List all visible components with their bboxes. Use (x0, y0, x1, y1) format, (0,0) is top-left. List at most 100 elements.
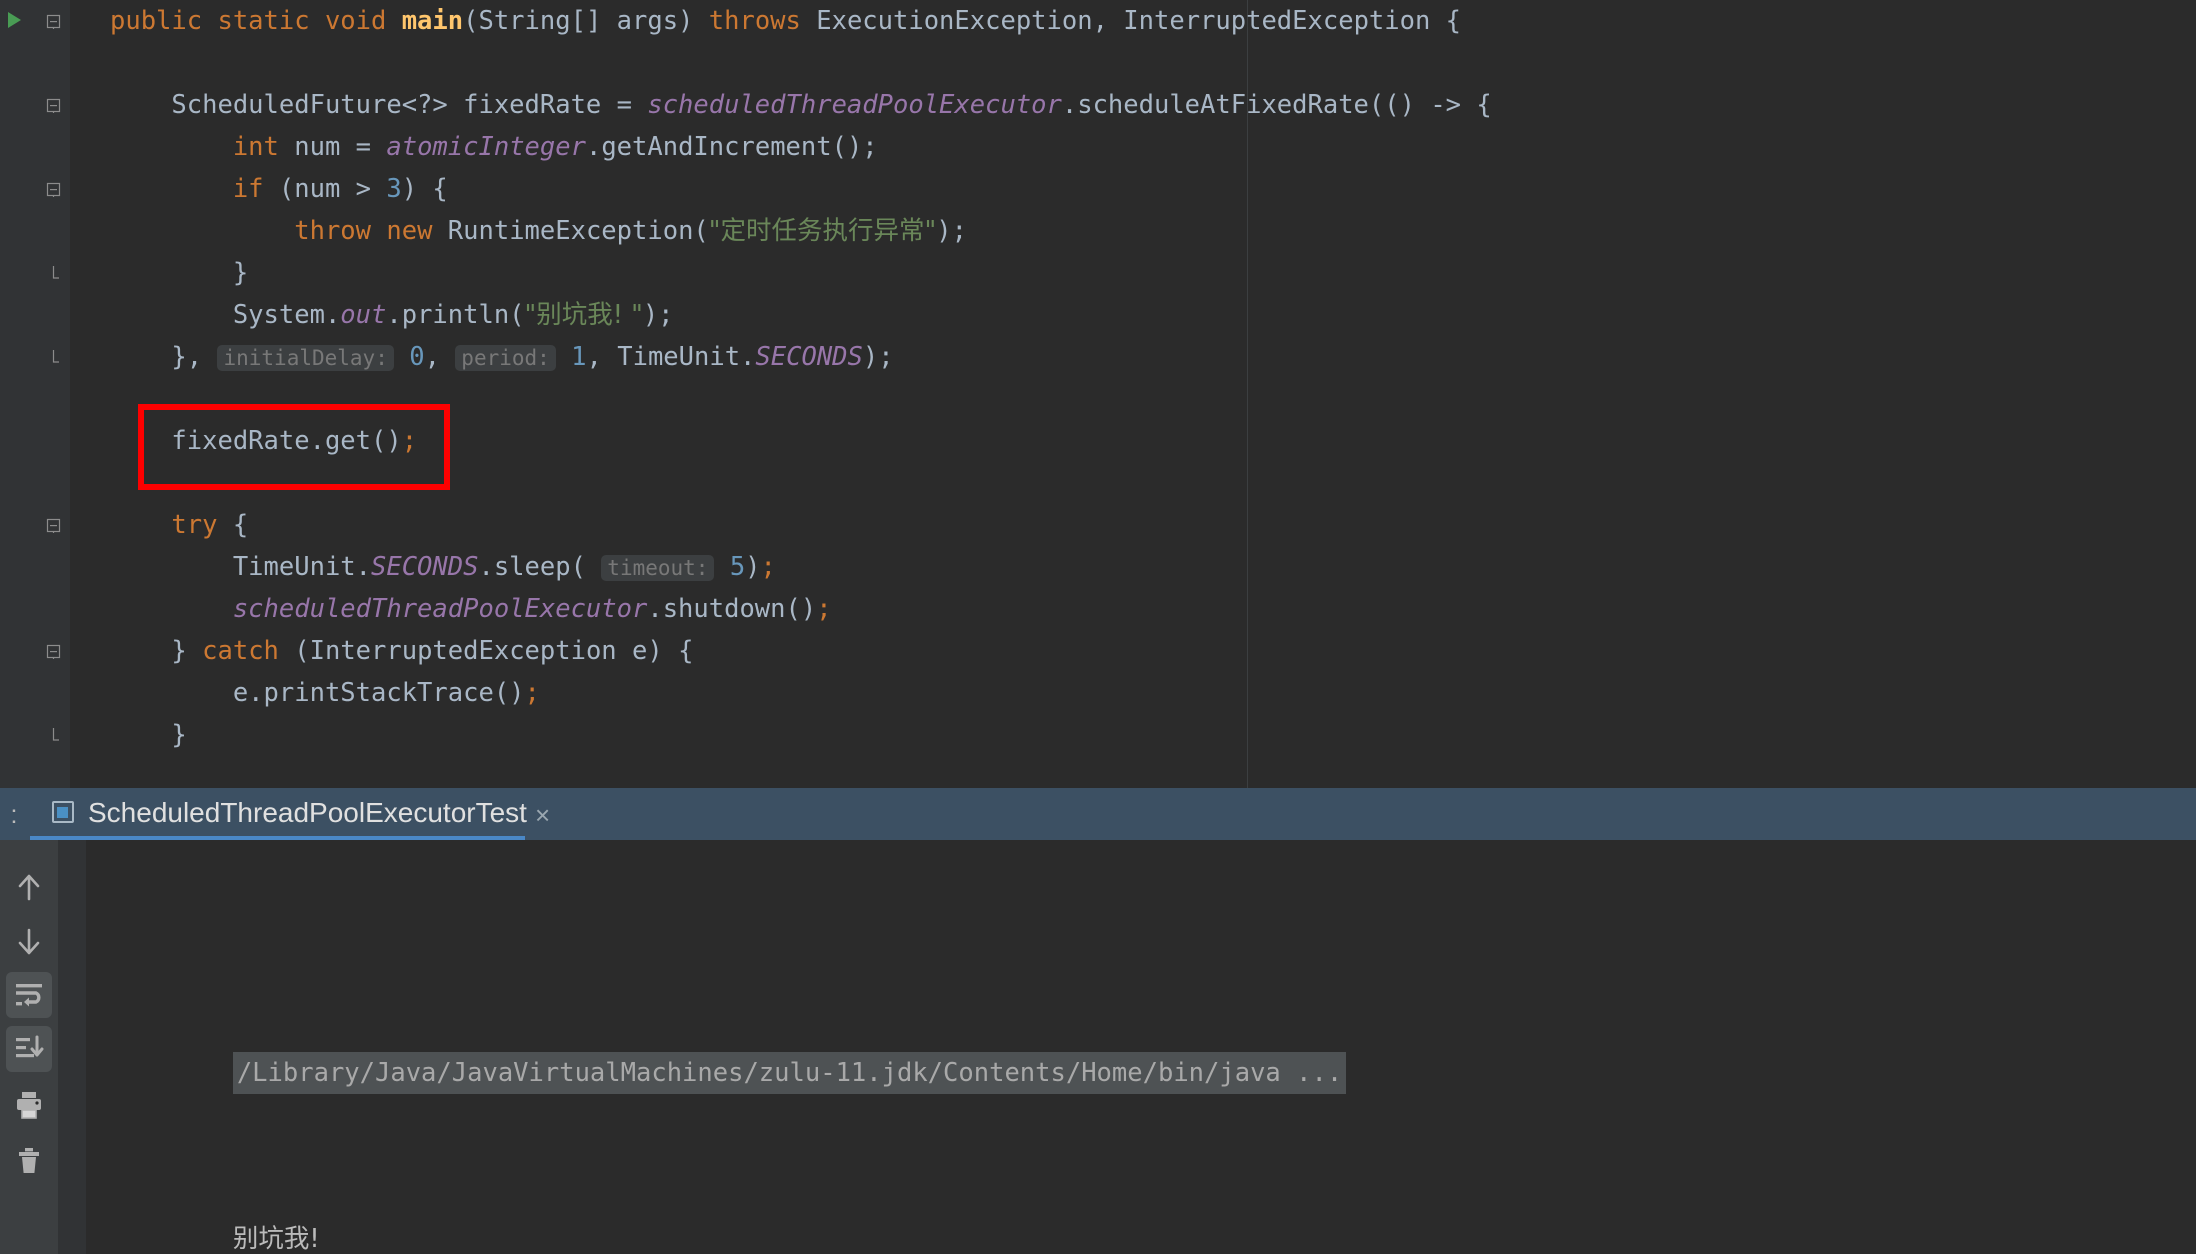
code-line[interactable] (70, 462, 2196, 504)
code-line[interactable]: ScheduledFuture<?> fixedRate = scheduled… (70, 84, 2196, 126)
code-token: } (232, 258, 249, 288)
code-line[interactable]: int num = atomicInteger.getAndIncrement(… (70, 126, 2196, 168)
code-line[interactable]: System.out.println("别坑我! "); (70, 294, 2196, 336)
code-token: SECONDS (371, 552, 479, 582)
code-token: int (232, 132, 295, 162)
code-token: throws (708, 6, 817, 36)
code-line[interactable]: } (70, 714, 2196, 756)
code-token: SECONDS (755, 342, 863, 372)
code-token: e.printStackTrace() (232, 678, 525, 708)
editor-gutter[interactable] (0, 0, 70, 788)
code-line[interactable]: if (num > 3) { (70, 168, 2196, 210)
trash-icon[interactable] (6, 1138, 52, 1184)
up-arrow-icon[interactable] (6, 864, 52, 910)
code-line[interactable] (70, 42, 2196, 84)
fold-end-icon[interactable] (46, 350, 61, 365)
code-token: System. (232, 300, 341, 330)
code-editor[interactable]: public static void main(String[] args) t… (0, 0, 2196, 788)
code-token: } (171, 636, 203, 666)
code-token: .shutdown() (647, 594, 817, 624)
code-token: fixedRate.get() (171, 426, 402, 456)
run-panel-colon: : (10, 801, 18, 829)
run-method-gutter-icon[interactable] (8, 12, 21, 28)
code-token: if (232, 174, 279, 204)
run-panel-toolbar[interactable] (0, 840, 58, 1254)
code-token: , (424, 342, 456, 372)
code-line[interactable]: throw new RuntimeException("定时任务执行异常"); (70, 210, 2196, 252)
run-tab-bar: : ScheduledThreadPoolExecutorTest × (0, 788, 2196, 841)
code-line[interactable]: } catch (InterruptedException e) { (70, 630, 2196, 672)
soft-wrap-icon[interactable] (6, 972, 52, 1018)
scroll-to-end-icon[interactable] (6, 1026, 52, 1072)
code-token: RuntimeException( (447, 216, 709, 246)
run-tool-window: : ScheduledThreadPoolExecutorTest × /Lib… (0, 788, 2196, 1254)
code-content[interactable]: public static void main(String[] args) t… (70, 0, 2196, 788)
code-token: 1 (571, 342, 587, 372)
close-icon[interactable]: × (535, 800, 550, 831)
code-token: void (324, 6, 402, 36)
console-output-line: 别坑我! (232, 1224, 320, 1254)
code-token: .println( (386, 300, 525, 330)
code-token: (num > (278, 174, 387, 204)
code-token: main (401, 6, 464, 36)
code-token: ; (401, 426, 418, 456)
code-token: }, (171, 342, 218, 372)
fold-collapse-icon[interactable] (46, 644, 61, 659)
code-token: ; (760, 552, 776, 582)
code-token: catch (202, 636, 295, 666)
code-token: atomicInteger (386, 132, 586, 162)
code-line[interactable]: scheduledThreadPoolExecutor.shutdown(); (70, 588, 2196, 630)
code-token: ); (862, 342, 894, 372)
code-line[interactable]: try { (70, 504, 2196, 546)
code-token: } (171, 720, 187, 750)
code-token: out (340, 300, 387, 330)
fold-collapse-icon[interactable] (46, 14, 61, 29)
print-icon[interactable] (6, 1082, 52, 1128)
ide-window: public static void main(String[] args) t… (0, 0, 2196, 1254)
code-line[interactable]: fixedRate.get(); (70, 420, 2196, 462)
code-line[interactable]: public static void main(String[] args) t… (70, 0, 2196, 42)
code-token: public (110, 6, 218, 36)
code-token: "别坑我! " (524, 300, 643, 330)
run-tab-label[interactable]: ScheduledThreadPoolExecutorTest (88, 797, 527, 829)
code-token: { (232, 510, 249, 540)
code-token: (InterruptedException e) { (294, 636, 694, 666)
code-token: ScheduledFuture<?> fixedRate = (171, 90, 648, 120)
code-token: .sleep( (478, 552, 602, 582)
code-token: period: (455, 345, 556, 371)
fold-end-icon[interactable] (46, 728, 61, 743)
console-output[interactable]: /Library/Java/JavaVirtualMachines/zulu-1… (58, 840, 2196, 1254)
code-token: , TimeUnit. (586, 342, 756, 372)
code-line[interactable]: TimeUnit.SECONDS.sleep( timeout: 5); (70, 546, 2196, 588)
code-line[interactable]: } (70, 252, 2196, 294)
code-line[interactable]: }, initialDelay: 0, period: 1, TimeUnit.… (70, 336, 2196, 378)
code-token: try (171, 510, 233, 540)
code-token: 0 (409, 342, 425, 372)
down-arrow-icon[interactable] (6, 918, 52, 964)
code-token: scheduledThreadPoolExecutor (232, 594, 648, 624)
code-line[interactable] (70, 378, 2196, 420)
code-token: .getAndIncrement(); (585, 132, 878, 162)
code-token: scheduledThreadPoolExecutor (647, 90, 1062, 120)
code-token: new (386, 216, 448, 246)
code-token: ); (936, 216, 967, 246)
run-configuration-icon (50, 801, 76, 827)
fold-collapse-icon[interactable] (46, 518, 61, 533)
code-token: 5 (729, 552, 746, 582)
code-token: ); (642, 300, 674, 330)
code-line[interactable]: e.printStackTrace(); (70, 672, 2196, 714)
code-token: ) (745, 552, 761, 582)
fold-collapse-icon[interactable] (46, 98, 61, 113)
code-token: static (217, 6, 325, 36)
fold-collapse-icon[interactable] (46, 182, 61, 197)
code-token: .scheduleAtFixedRate(() -> { (1061, 90, 1492, 120)
fold-end-icon[interactable] (46, 266, 61, 281)
code-token: num = (294, 132, 387, 162)
code-token: ; (524, 678, 540, 708)
code-token: timeout: (601, 555, 715, 581)
console-command-line: /Library/Java/JavaVirtualMachines/zulu-1… (58, 1008, 2196, 1094)
code-token: ; (816, 594, 832, 624)
